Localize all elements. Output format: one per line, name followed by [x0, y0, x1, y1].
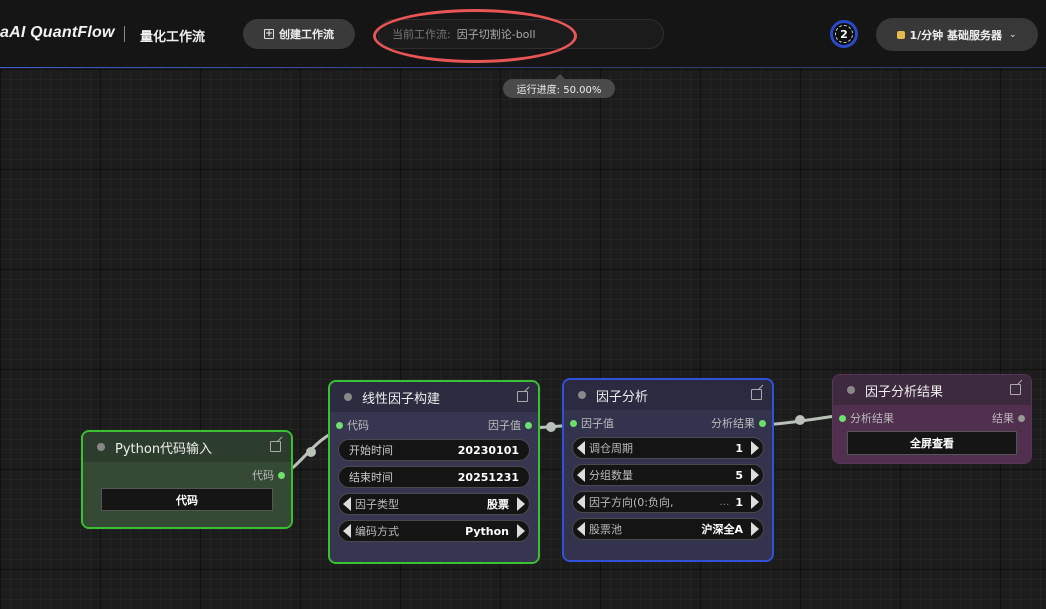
- arrow-right-icon[interactable]: [517, 497, 525, 511]
- arrow-right-icon[interactable]: [751, 441, 759, 455]
- node-title: Python代码输入: [115, 441, 213, 457]
- arrow-left-icon[interactable]: [343, 497, 351, 511]
- combo-value: 1: [735, 495, 743, 509]
- rebalance-period-combo[interactable]: 调仓周期 1: [572, 437, 764, 459]
- combo-value: 5: [735, 468, 743, 482]
- input-label: 分析结果: [850, 412, 894, 425]
- arrow-right-icon[interactable]: [751, 495, 759, 509]
- end-date-field[interactable]: 结束时间 20251231: [338, 466, 530, 488]
- highlight-annotation: [373, 9, 577, 63]
- stock-pool-combo[interactable]: 股票池 沪深全A: [572, 518, 764, 540]
- combo-label: 分组数量: [589, 469, 633, 482]
- node-header[interactable]: 线性因子构建: [330, 382, 538, 412]
- output-port[interactable]: [278, 471, 285, 479]
- brand-divider: [124, 26, 125, 42]
- start-date-field[interactable]: 开始时间 20230101: [338, 439, 530, 461]
- node-status-dot: [578, 391, 586, 399]
- edit-icon[interactable]: [1010, 384, 1021, 395]
- arrow-left-icon[interactable]: [577, 468, 585, 482]
- server-selector[interactable]: 1/分钟 基础服务器 ⌄: [876, 18, 1038, 51]
- plus-icon: +: [264, 29, 274, 39]
- node-status-dot: [97, 443, 105, 451]
- combo-label: 编码方式: [355, 525, 399, 538]
- output-label: 因子值: [488, 419, 521, 432]
- node-io-row: 代码 因子值: [330, 416, 538, 434]
- output-port[interactable]: [525, 421, 532, 429]
- input-port[interactable]: [336, 421, 343, 429]
- combo-label: 因子类型: [355, 498, 399, 511]
- create-workflow-label: 创建工作流: [279, 28, 334, 41]
- node-factor-analysis[interactable]: 因子分析 因子值 分析结果 调仓周期 1 分组数量 5 因子方向(0:负向, ……: [562, 378, 774, 562]
- node-analysis-result[interactable]: 因子分析结果 分析结果 结果 全屏查看: [832, 374, 1032, 464]
- field-value: 20230101: [457, 443, 519, 457]
- node-io-row: 因子值 分析结果: [564, 414, 772, 432]
- field-label: 开始时间: [349, 444, 393, 457]
- ellipsis: …: [719, 496, 730, 508]
- app-subtitle: 量化工作流: [140, 30, 206, 45]
- code-editor-button[interactable]: 代码: [101, 488, 273, 511]
- node-io-row: 代码: [83, 466, 291, 484]
- node-linear-factor[interactable]: 线性因子构建 代码 因子值 开始时间 20230101 结束时间 2025123…: [328, 380, 540, 564]
- node-title: 因子分析: [596, 389, 649, 405]
- arrow-left-icon[interactable]: [577, 441, 585, 455]
- arrow-left-icon[interactable]: [577, 495, 585, 509]
- arrow-right-icon[interactable]: [517, 524, 525, 538]
- edit-icon[interactable]: [751, 389, 762, 400]
- node-header[interactable]: Python代码输入: [83, 432, 291, 462]
- server-label: 1/分钟 基础服务器: [909, 28, 1002, 42]
- top-bar: aAI QuantFlow 量化工作流 + 创建工作流 当前工作流: 因子切割论…: [0, 0, 1046, 68]
- combo-label: 调仓周期: [589, 442, 633, 455]
- factor-direction-combo[interactable]: 因子方向(0:负向, … 1: [572, 491, 764, 513]
- node-title: 因子分析结果: [865, 384, 944, 400]
- input-port[interactable]: [839, 414, 846, 422]
- combo-value: 1: [735, 441, 743, 455]
- output-port[interactable]: [759, 419, 766, 427]
- edit-icon[interactable]: [270, 441, 281, 452]
- chevron-down-icon: ⌄: [1008, 29, 1017, 40]
- node-header[interactable]: 因子分析结果: [833, 375, 1031, 405]
- encoding-combo[interactable]: 编码方式 Python: [338, 520, 530, 542]
- factor-type-combo[interactable]: 因子类型 股票: [338, 493, 530, 515]
- node-status-dot: [344, 393, 352, 401]
- input-label: 代码: [347, 419, 369, 432]
- combo-label: 股票池: [589, 523, 622, 536]
- output-label: 代码: [252, 469, 274, 482]
- arrow-left-icon[interactable]: [577, 522, 585, 536]
- output-label: 结果: [992, 412, 1014, 425]
- node-io-row: 分析结果 结果: [833, 409, 1031, 427]
- arrow-right-icon[interactable]: [751, 522, 759, 536]
- arrow-right-icon[interactable]: [751, 468, 759, 482]
- combo-value: 沪深全A: [701, 523, 743, 536]
- brand-logo: aAI QuantFlow: [0, 24, 115, 41]
- node-python-input[interactable]: Python代码输入 代码 代码: [81, 430, 293, 529]
- fullscreen-view-button[interactable]: 全屏查看: [847, 431, 1017, 455]
- field-value: 20251231: [457, 470, 519, 484]
- edit-icon[interactable]: [517, 391, 528, 402]
- create-workflow-button[interactable]: + 创建工作流: [243, 19, 355, 49]
- output-label: 分析结果: [711, 417, 755, 430]
- task-count: 2: [835, 25, 853, 43]
- combo-value: 股票: [487, 498, 509, 511]
- field-label: 结束时间: [349, 471, 393, 484]
- node-header[interactable]: 因子分析: [564, 380, 772, 410]
- task-count-indicator[interactable]: 2: [830, 20, 858, 48]
- node-title: 线性因子构建: [362, 391, 441, 407]
- combo-value: Python: [465, 524, 509, 538]
- coin-icon: [897, 30, 906, 39]
- input-port[interactable]: [570, 419, 577, 427]
- arrow-left-icon[interactable]: [343, 524, 351, 538]
- node-status-dot: [847, 386, 855, 394]
- combo-label: 因子方向(0:负向,: [589, 496, 674, 509]
- group-count-combo[interactable]: 分组数量 5: [572, 464, 764, 486]
- progress-tooltip: 运行进度: 50.00%: [503, 74, 615, 98]
- output-port[interactable]: [1018, 414, 1025, 422]
- input-label: 因子值: [581, 417, 614, 430]
